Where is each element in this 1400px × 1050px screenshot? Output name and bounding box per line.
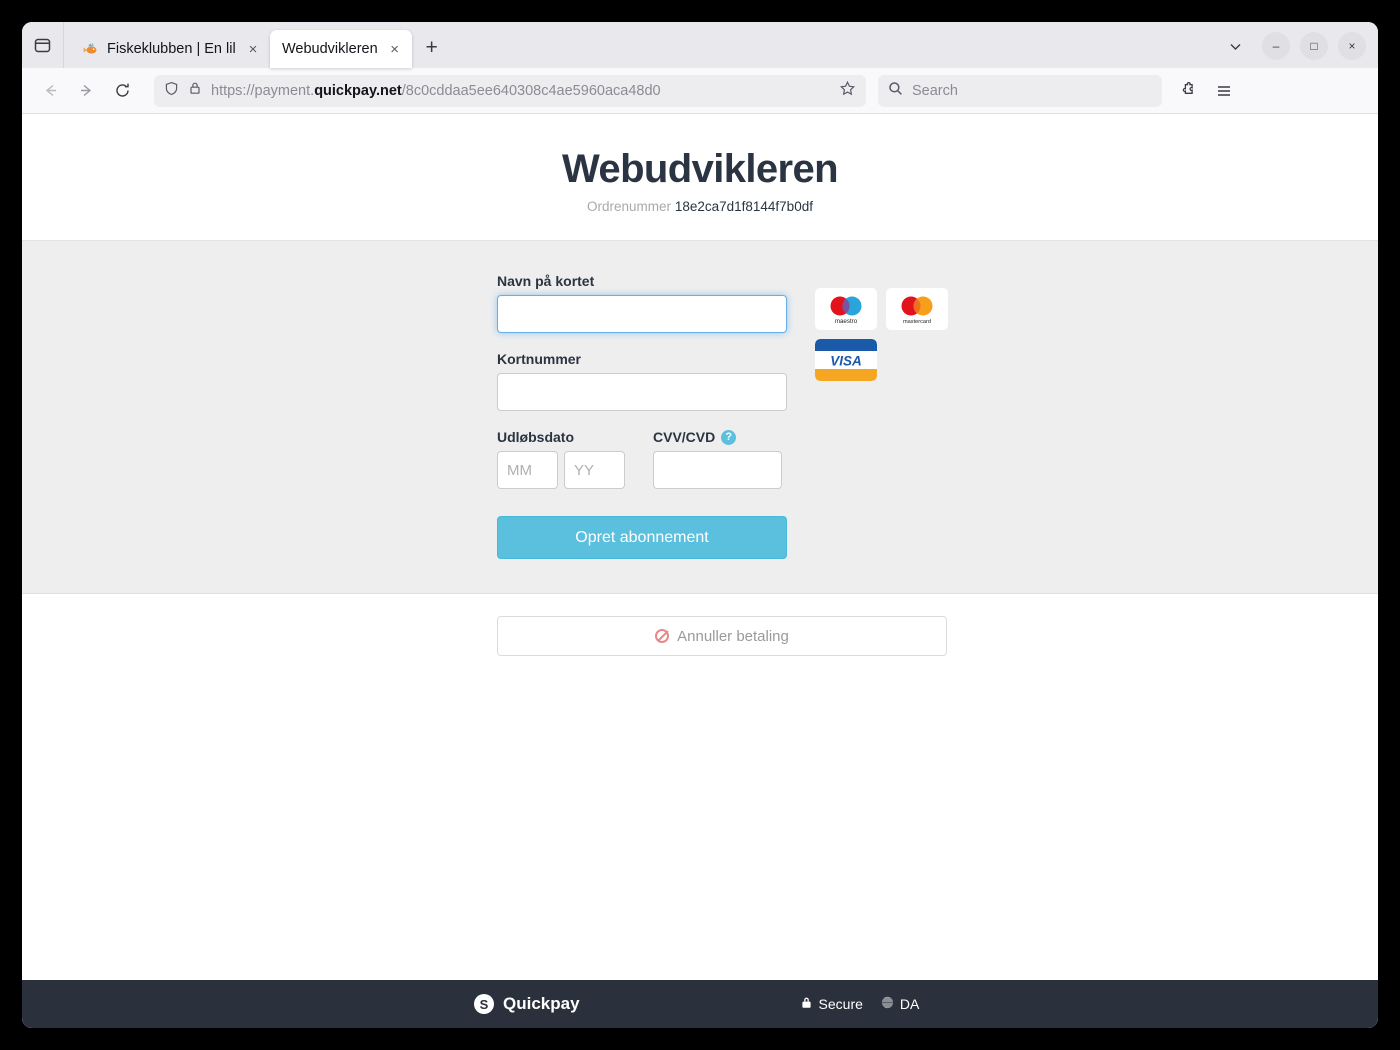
page-title: Webudvikleren [562, 147, 839, 191]
expiry-year-input[interactable] [564, 451, 625, 489]
fish-icon [83, 42, 97, 54]
cvv-label-text: CVV/CVD [653, 429, 716, 445]
cvv-group: CVV/CVD ? [653, 429, 782, 489]
expiry-month-input[interactable] [497, 451, 558, 489]
hamburger-menu-icon[interactable] [1208, 75, 1240, 107]
url-subdomain: payment. [254, 82, 315, 99]
svg-text:mastercard: mastercard [903, 319, 931, 325]
language-selector[interactable]: DA [880, 996, 920, 1012]
card-number-input[interactable] [497, 373, 787, 411]
card-logo-maestro: maestro [815, 288, 877, 330]
back-button[interactable] [34, 75, 66, 107]
url-path: /8c0cddaa5ee640308c4ae5960aca48d0 [401, 82, 661, 99]
site-footer: S Quickpay Secure DA [22, 980, 1378, 1028]
cancel-payment-label: Annuller betaling [677, 627, 789, 645]
tab-fiskeklubben[interactable]: Fiskeklubben | En lille lo × [70, 30, 270, 68]
quickpay-logo: S Quickpay [474, 994, 580, 1014]
language-label: DA [899, 996, 920, 1012]
submit-subscription-button[interactable]: Opret abonnement [497, 516, 787, 559]
expiry-label: Udløbsdato [497, 429, 574, 445]
browser-window: Fiskeklubben | En lille lo × Webudvikler… [22, 22, 1378, 1028]
accepted-cards: maestro mastercard VISA [815, 273, 955, 381]
tab-webudvikleren[interactable]: Webudvikleren × [270, 30, 412, 68]
card-logo-visa: VISA [815, 339, 877, 381]
search-bar[interactable]: Search [878, 74, 1162, 107]
tab-strip: Fiskeklubben | En lille lo × Webudvikler… [22, 22, 1378, 68]
close-window-button[interactable]: × [1338, 32, 1366, 60]
cancel-payment-button[interactable]: Annuller betaling [497, 616, 947, 656]
shield-icon [164, 81, 179, 101]
payment-header: Webudvikleren Ordrenummer 18e2ca7d1f8144… [22, 114, 1378, 241]
chevron-down-icon[interactable] [1218, 31, 1252, 61]
extensions-icon[interactable] [1172, 75, 1204, 107]
toolbar-end-group [1172, 75, 1240, 107]
lock-icon [800, 996, 813, 1012]
expiry-group: Udløbsdato [497, 429, 625, 489]
cancel-section: Annuller betaling [22, 594, 1378, 656]
minimize-button[interactable]: – [1262, 32, 1290, 60]
tab-title: Fiskeklubben | En lille lo [107, 41, 236, 57]
order-number-line: Ordrenummer 18e2ca7d1f8144f7b0df [22, 199, 1378, 214]
sidebar-toggle-button[interactable] [22, 22, 64, 68]
page-empty-area [22, 656, 1378, 980]
svg-text:maestro: maestro [835, 318, 858, 325]
cvv-label: CVV/CVD ? [653, 429, 782, 445]
quickpay-brand-name: Quickpay [503, 994, 580, 1013]
url-text: https://payment.quickpay.net/8c0cddaa5ee… [211, 83, 830, 99]
ban-icon [655, 629, 670, 643]
svg-text:VISA: VISA [830, 354, 862, 369]
lock-icon [188, 81, 202, 100]
order-number-label: Ordrenummer [587, 199, 672, 214]
maximize-button[interactable]: □ [1300, 32, 1328, 60]
question-mark-icon[interactable]: ? [721, 429, 737, 445]
url-scheme: https:// [211, 82, 255, 99]
globe-icon [880, 996, 895, 1012]
tab-title: Webudvikleren [282, 41, 378, 57]
name-on-card-label: Navn på kortet [497, 273, 595, 289]
url-domain: quickpay.net [314, 82, 402, 99]
secure-label: Secure [818, 996, 863, 1012]
payment-fields: Navn på kortet Kortnummer Udløbsdato MM … [497, 273, 787, 559]
tab-close-icon[interactable]: × [386, 40, 404, 58]
cvv-input[interactable] [653, 451, 782, 489]
secure-indicator: Secure [800, 996, 863, 1012]
reload-button[interactable] [106, 75, 138, 107]
forward-button[interactable] [70, 75, 102, 107]
quickpay-mark-icon: S [474, 994, 494, 1014]
window-controls: – □ × [1218, 31, 1372, 68]
order-number-value: 18e2ca7d1f8144f7b0df [674, 199, 813, 214]
address-bar[interactable]: https://payment.quickpay.net/8c0cddaa5ee… [154, 74, 866, 107]
card-logo-mastercard: mastercard [886, 288, 948, 330]
new-tab-button[interactable]: + [416, 32, 448, 64]
tab-close-icon[interactable]: × [244, 40, 262, 58]
page-content: Webudvikleren Ordrenummer 18e2ca7d1f8144… [22, 114, 1378, 1028]
search-icon [888, 81, 903, 101]
card-number-label: Kortnummer [497, 351, 582, 367]
star-icon[interactable] [839, 80, 856, 102]
name-on-card-input[interactable] [497, 295, 787, 333]
footer-right-group: Secure DA [800, 996, 920, 1012]
search-input-placeholder: Search [912, 82, 958, 99]
payment-form-panel: Navn på kortet Kortnummer Udløbsdato MM … [22, 241, 1378, 594]
navigation-toolbar: https://payment.quickpay.net/8c0cddaa5ee… [22, 68, 1378, 114]
